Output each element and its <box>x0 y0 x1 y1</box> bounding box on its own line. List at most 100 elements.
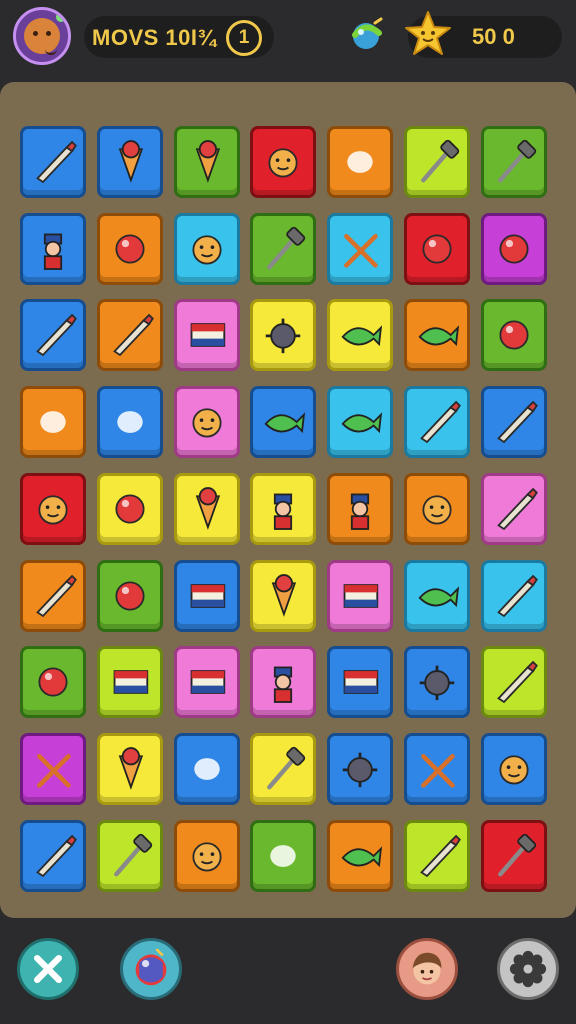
settings-button[interactable] <box>497 938 559 1000</box>
sign-icon <box>343 670 379 695</box>
bomb-icon <box>419 665 455 701</box>
tile-genie-lamp[interactable] <box>327 126 394 198</box>
boost-orb-icon[interactable] <box>345 13 387 55</box>
tile-soldier[interactable] <box>250 472 317 545</box>
tile-surfboard[interactable] <box>20 819 86 892</box>
tile-candy[interactable] <box>250 559 317 632</box>
tile-blaster[interactable] <box>250 819 317 892</box>
tile-leaf[interactable] <box>327 386 394 459</box>
beach-ball-icon <box>499 320 529 350</box>
pig-face-icon <box>268 148 298 178</box>
tile-radio[interactable] <box>20 386 86 459</box>
crossed-sticks-icon <box>37 753 71 788</box>
top-bar: MOVS 10I¾ 1 50 0 <box>0 0 576 78</box>
tile-green-monster[interactable] <box>480 732 547 805</box>
tile-chili[interactable] <box>173 126 240 198</box>
sword-icon <box>496 574 538 617</box>
settings-gear-icon <box>509 950 547 988</box>
tile-crystal-ball[interactable] <box>404 212 470 285</box>
chili-icon <box>195 140 220 183</box>
friend-button[interactable] <box>396 938 458 1000</box>
tile-paintbrush[interactable] <box>20 559 86 632</box>
tile-feather[interactable] <box>404 386 470 459</box>
surfboard-icon <box>496 400 538 444</box>
tile-ice-cream-cone[interactable] <box>96 732 163 805</box>
feather-icon <box>496 487 538 530</box>
close-button[interactable] <box>17 938 79 1000</box>
picture-frame-icon <box>113 670 148 695</box>
tile-sun[interactable] <box>96 386 163 459</box>
spinning-top-icon <box>113 833 152 877</box>
tile-picture-frame[interactable] <box>96 646 163 719</box>
tile-bird[interactable] <box>327 299 394 372</box>
tile-green-fish[interactable] <box>327 819 394 892</box>
tile-flag[interactable] <box>173 559 240 632</box>
close-icon <box>33 955 62 983</box>
tile-feather[interactable] <box>480 472 547 545</box>
tile-apple[interactable] <box>20 646 86 719</box>
tile-purple-fish[interactable] <box>404 559 470 632</box>
tile-bear-face[interactable] <box>173 819 240 892</box>
avatar-face-icon <box>24 18 60 55</box>
stick-icon <box>344 233 378 268</box>
tile-crossed-sticks[interactable] <box>404 732 470 805</box>
tile-red-ball[interactable] <box>96 472 163 545</box>
leaf-icon <box>341 412 383 434</box>
spiky-ball-icon <box>499 234 529 264</box>
tile-sign[interactable] <box>327 646 394 719</box>
radio-icon <box>40 411 66 434</box>
tile-surfboard[interactable] <box>480 386 547 459</box>
tile-crossed-sticks[interactable] <box>20 732 86 805</box>
tile-wrench[interactable] <box>404 126 470 198</box>
boost-ball-icon <box>135 948 167 986</box>
tile-popsicle[interactable] <box>96 126 163 198</box>
tile-hammer[interactable] <box>480 126 547 198</box>
tile-fish[interactable] <box>250 386 317 459</box>
tile-feather[interactable] <box>96 299 163 372</box>
tile-lantern[interactable] <box>173 472 240 545</box>
tile-beach-ball[interactable] <box>96 559 163 632</box>
tile-bomb[interactable] <box>404 646 470 719</box>
candy-icon <box>272 573 297 617</box>
tile-mallet[interactable] <box>250 212 317 285</box>
tile-green-crayon[interactable] <box>20 299 86 372</box>
tile-stick[interactable] <box>327 212 394 285</box>
booster-button[interactable] <box>120 938 182 1000</box>
apple-icon <box>38 667 68 697</box>
tile-purple-crayon[interactable] <box>480 646 547 719</box>
map-icon <box>190 323 225 348</box>
ice-cream-cone-icon <box>118 747 143 790</box>
tile-map[interactable] <box>173 299 240 372</box>
tile-spiky-ball[interactable] <box>96 212 163 285</box>
tile-gear-face[interactable] <box>173 212 240 285</box>
game-board <box>0 82 576 918</box>
tile-yellow-creature[interactable] <box>20 472 86 545</box>
tile-spinning-top[interactable] <box>96 819 163 892</box>
moves-count-badge: 1 <box>226 20 262 56</box>
tile-soldier[interactable] <box>250 646 317 719</box>
tile-lemon-face[interactable] <box>173 386 240 459</box>
tile-pin[interactable] <box>480 819 547 892</box>
tile-mine[interactable] <box>327 732 394 805</box>
tile-microphone[interactable] <box>173 732 240 805</box>
tile-crayon[interactable] <box>20 126 86 198</box>
hammer-icon <box>497 139 536 183</box>
player-avatar[interactable] <box>13 7 71 65</box>
tile-pig-face[interactable] <box>250 126 317 198</box>
tile-nutcracker[interactable] <box>20 212 86 285</box>
tile-plank[interactable] <box>173 646 240 719</box>
tile-sword[interactable] <box>404 819 470 892</box>
tile-beach-ball[interactable] <box>480 299 547 372</box>
tile-soldier[interactable] <box>327 472 394 545</box>
tile-sword[interactable] <box>480 559 547 632</box>
moves-counter: MOVS 10I¾ 1 <box>84 16 274 58</box>
tile-slime[interactable] <box>404 299 470 372</box>
tile-hammer[interactable] <box>250 732 317 805</box>
tile-chick-face[interactable] <box>404 472 470 545</box>
feather-icon <box>420 400 461 444</box>
tile-pennant[interactable] <box>327 559 394 632</box>
tile-ship-wheel[interactable] <box>250 299 317 372</box>
tile-spiky-ball[interactable] <box>480 212 547 285</box>
soldier-icon <box>274 666 293 704</box>
pennant-icon <box>343 583 379 608</box>
